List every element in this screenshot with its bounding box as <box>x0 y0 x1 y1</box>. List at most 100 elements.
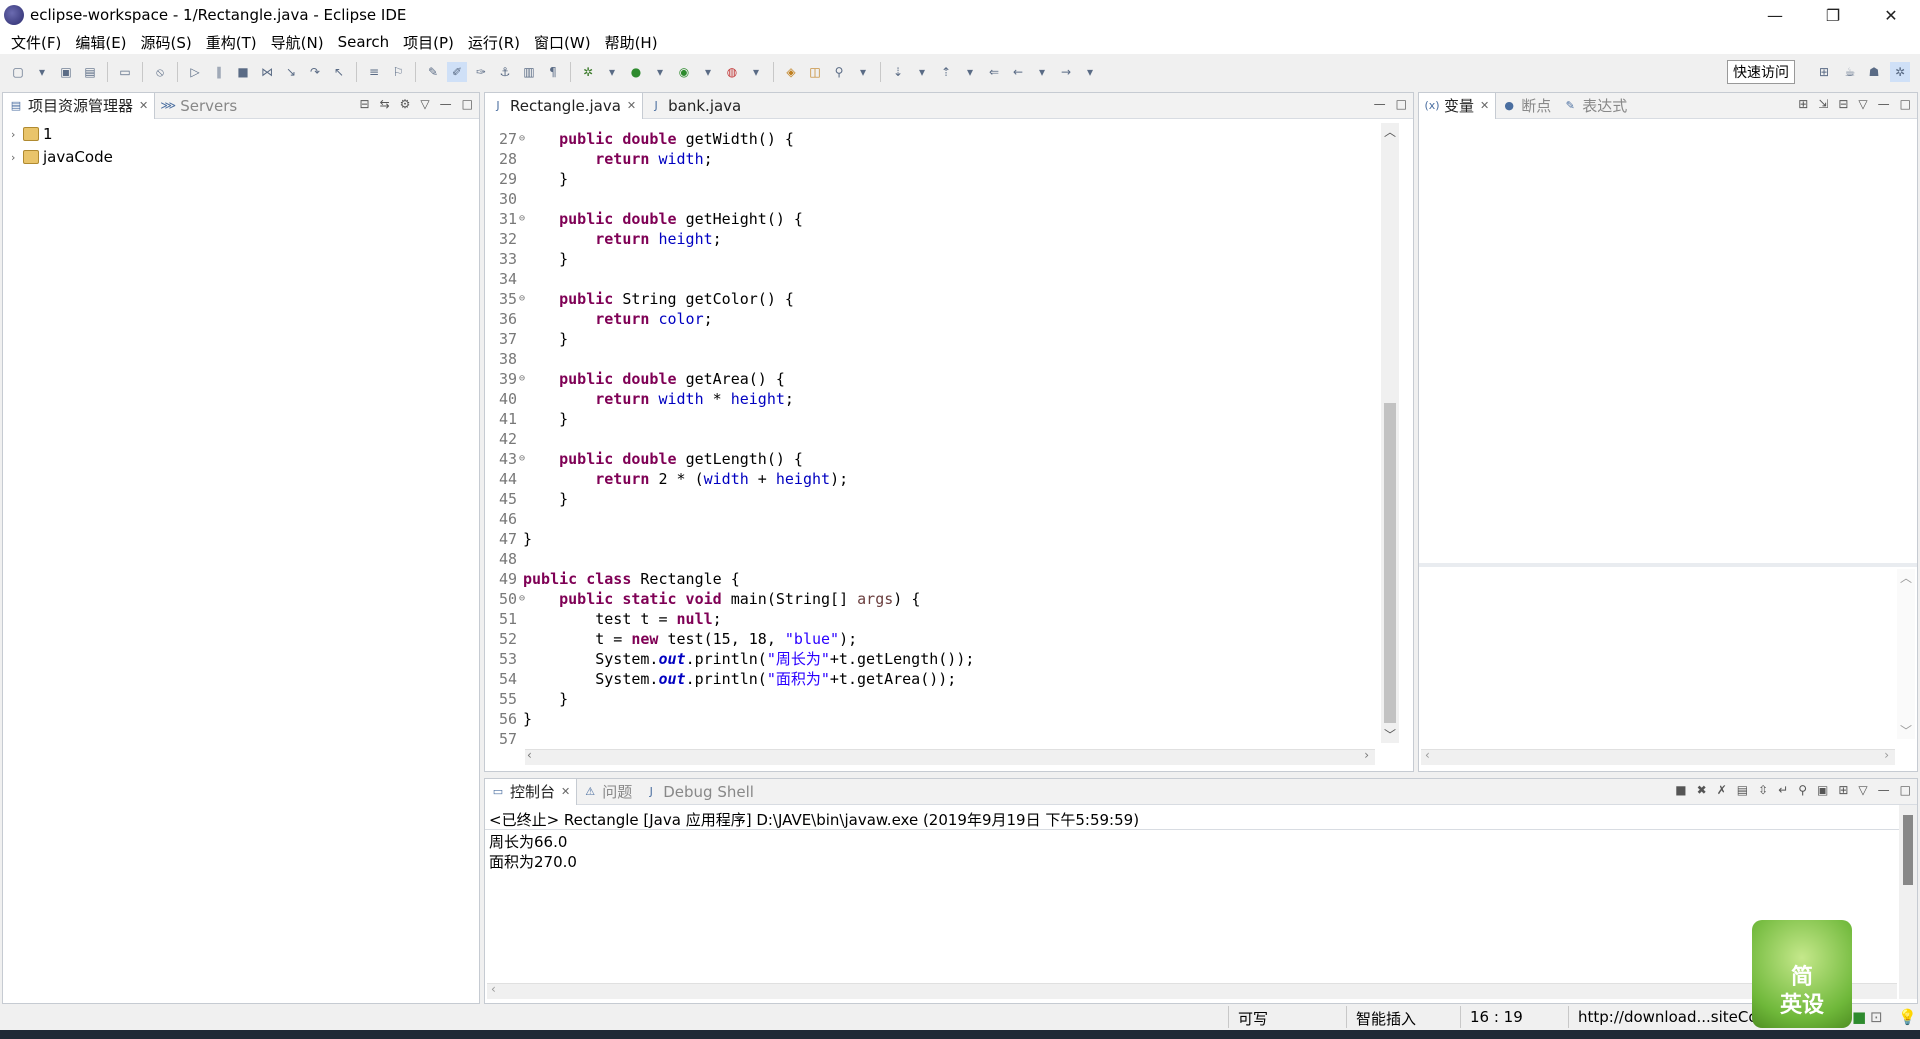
dropdown-icon[interactable]: ▾ <box>698 62 718 82</box>
menu-source[interactable]: 源码(S) <box>134 32 199 53</box>
scroll-right-icon[interactable]: › <box>1884 748 1889 762</box>
minimize-icon[interactable]: — <box>440 97 452 111</box>
last-edit-icon[interactable]: ⇐ <box>984 62 1004 82</box>
dropdown-icon[interactable]: ▾ <box>1032 62 1052 82</box>
code-line[interactable]: 51 test t = null; <box>487 609 1367 629</box>
menu-navigate[interactable]: 导航(N) <box>264 32 331 53</box>
show-type-names-icon[interactable]: ⊞ <box>1798 97 1808 111</box>
close-button[interactable]: ✕ <box>1862 0 1920 30</box>
scroll-down-icon[interactable]: ﹀ <box>1900 722 1912 739</box>
floating-app-badge[interactable]: 简 英设 <box>1752 920 1852 1028</box>
code-line[interactable]: 42 <box>487 429 1367 449</box>
scroll-down-icon[interactable]: ﹀ <box>1384 726 1396 743</box>
code-line[interactable]: 39 ⊖ public double getArea() { <box>487 369 1367 389</box>
scroll-right-icon[interactable]: › <box>1364 748 1369 762</box>
link-editor-icon[interactable]: ⇆ <box>380 97 390 111</box>
menu-help[interactable]: 帮助(H) <box>598 32 665 53</box>
tab-console[interactable]: ▭ 控制台 ✕ <box>485 778 578 805</box>
back-icon[interactable]: ← <box>1008 62 1028 82</box>
chevron-right-icon[interactable]: › <box>11 128 23 141</box>
next-edit-icon[interactable]: ⇣ <box>888 62 908 82</box>
scroll-up-icon[interactable]: ︿ <box>1900 569 1912 586</box>
maximize-icon[interactable]: □ <box>1900 783 1911 797</box>
tab-expressions[interactable]: ✎ 表达式 <box>1557 93 1633 119</box>
code-line[interactable]: 48 <box>487 549 1367 569</box>
code-line[interactable]: 40 return width * height; <box>487 389 1367 409</box>
link-icon[interactable]: ⚓ <box>495 62 515 82</box>
new-icon[interactable]: ▢ <box>8 62 28 82</box>
tab-debug-shell[interactable]: J Debug Shell <box>638 779 760 805</box>
details-pane-sash[interactable] <box>1419 563 1917 567</box>
close-icon[interactable]: ✕ <box>1480 99 1489 112</box>
step-return-icon[interactable]: ↖ <box>329 62 349 82</box>
console-vertical-scrollbar[interactable] <box>1899 805 1917 999</box>
code-line[interactable]: 41 } <box>487 409 1367 429</box>
code-line[interactable]: 30 <box>487 189 1367 209</box>
maximize-icon[interactable]: □ <box>462 97 473 111</box>
prev-edit-icon[interactable]: ⇡ <box>936 62 956 82</box>
open-type-icon[interactable]: ✎ <box>423 62 443 82</box>
show-whitespace-icon[interactable]: ¶ <box>543 62 563 82</box>
collapse-all-icon[interactable]: ⊟ <box>360 97 370 111</box>
minimize-icon[interactable]: — <box>1878 783 1890 797</box>
tab-project-explorer[interactable]: ▤ 项目资源管理器 ✕ <box>3 92 156 119</box>
quick-access-field[interactable]: 快速访问 <box>1727 60 1795 84</box>
code-line[interactable]: 31 ⊖ public double getHeight() { <box>487 209 1367 229</box>
restore-button[interactable]: ❐ <box>1804 0 1862 30</box>
code-line[interactable]: 56} <box>487 709 1367 729</box>
scroll-up-icon[interactable]: ︿ <box>1384 123 1396 140</box>
scrollbar-thumb[interactable] <box>1384 403 1396 723</box>
open-folder-icon[interactable]: ◫ <box>805 62 825 82</box>
step-into-icon[interactable]: ↘ <box>281 62 301 82</box>
search-icon[interactable]: ⚲ <box>829 62 849 82</box>
code-line[interactable]: 50 ⊖ public static void main(String[] arg… <box>487 589 1367 609</box>
menu-run[interactable]: 运行(R) <box>461 32 527 53</box>
code-line[interactable]: 29 } <box>487 169 1367 189</box>
code-line[interactable]: 54 System.out.println("面积为"+t.getArea())… <box>487 669 1367 689</box>
menu-project[interactable]: 项目(P) <box>396 32 461 53</box>
console-horizontal-scrollbar[interactable]: ‹ <box>487 982 1897 999</box>
tab-variables[interactable]: (x) 变量 ✕ <box>1419 92 1497 119</box>
next-annotation-icon[interactable]: ✑ <box>471 62 491 82</box>
tab-rectangle-java[interactable]: J Rectangle.java ✕ <box>485 92 644 119</box>
progress-indicator-icon[interactable]: ■ <box>1852 1008 1866 1026</box>
debug-perspective-icon[interactable]: ✲ <box>1890 62 1910 82</box>
code-line[interactable]: 32 return height; <box>487 229 1367 249</box>
menu-refactor[interactable]: 重构(T) <box>199 32 264 53</box>
debug-icon[interactable]: ✲ <box>578 62 598 82</box>
java-perspective-icon[interactable]: ☗ <box>1864 62 1884 82</box>
coverage-icon[interactable]: ◉ <box>674 62 694 82</box>
background-tasks-icon[interactable]: ⊡ <box>1870 1008 1883 1026</box>
scroll-left-icon[interactable]: ‹ <box>491 982 496 996</box>
editor-vertical-scrollbar[interactable]: ︿ ﹀ <box>1381 123 1399 743</box>
code-line[interactable]: 43 ⊖ public double getLength() { <box>487 449 1367 469</box>
tab-servers[interactable]: ⋙ Servers <box>155 93 243 119</box>
code-line[interactable]: 28 return width; <box>487 149 1367 169</box>
menu-edit[interactable]: 编辑(E) <box>68 32 133 53</box>
dropdown-icon[interactable]: ▾ <box>602 62 622 82</box>
format-icon[interactable]: ≡ <box>364 62 384 82</box>
suspend-icon[interactable]: ∥ <box>209 62 229 82</box>
run-icon[interactable]: ● <box>626 62 646 82</box>
close-icon[interactable]: ✕ <box>627 99 636 112</box>
filter-icon[interactable]: ⚙ <box>400 97 411 111</box>
dropdown-icon[interactable]: ▾ <box>960 62 980 82</box>
external-tools-icon[interactable]: ◍ <box>722 62 742 82</box>
tab-problems[interactable]: ⚠ 问题 <box>577 779 638 805</box>
code-line[interactable]: 33 } <box>487 249 1367 269</box>
close-icon[interactable]: ✕ <box>561 785 570 798</box>
code-line[interactable]: 34 <box>487 269 1367 289</box>
code-line[interactable]: 36 return color; <box>487 309 1367 329</box>
pin-console-icon[interactable]: ⚲ <box>1798 783 1807 797</box>
mark-occurrences-icon[interactable]: ⚐ <box>388 62 408 82</box>
code-line[interactable]: 45 } <box>487 489 1367 509</box>
highlight-icon[interactable]: ✐ <box>447 62 467 82</box>
code-line[interactable]: 57 <box>487 729 1367 749</box>
save-icon[interactable]: ▣ <box>56 62 76 82</box>
details-vertical-scrollbar[interactable]: ︿ ﹀ <box>1897 569 1915 739</box>
view-menu-icon[interactable]: ▽ <box>420 97 429 111</box>
show-logical-structure-icon[interactable]: ⇲ <box>1818 97 1828 111</box>
dropdown-icon[interactable]: ▾ <box>746 62 766 82</box>
chevron-right-icon[interactable]: › <box>11 151 23 164</box>
scroll-lock-icon[interactable]: ⇳ <box>1758 783 1768 797</box>
